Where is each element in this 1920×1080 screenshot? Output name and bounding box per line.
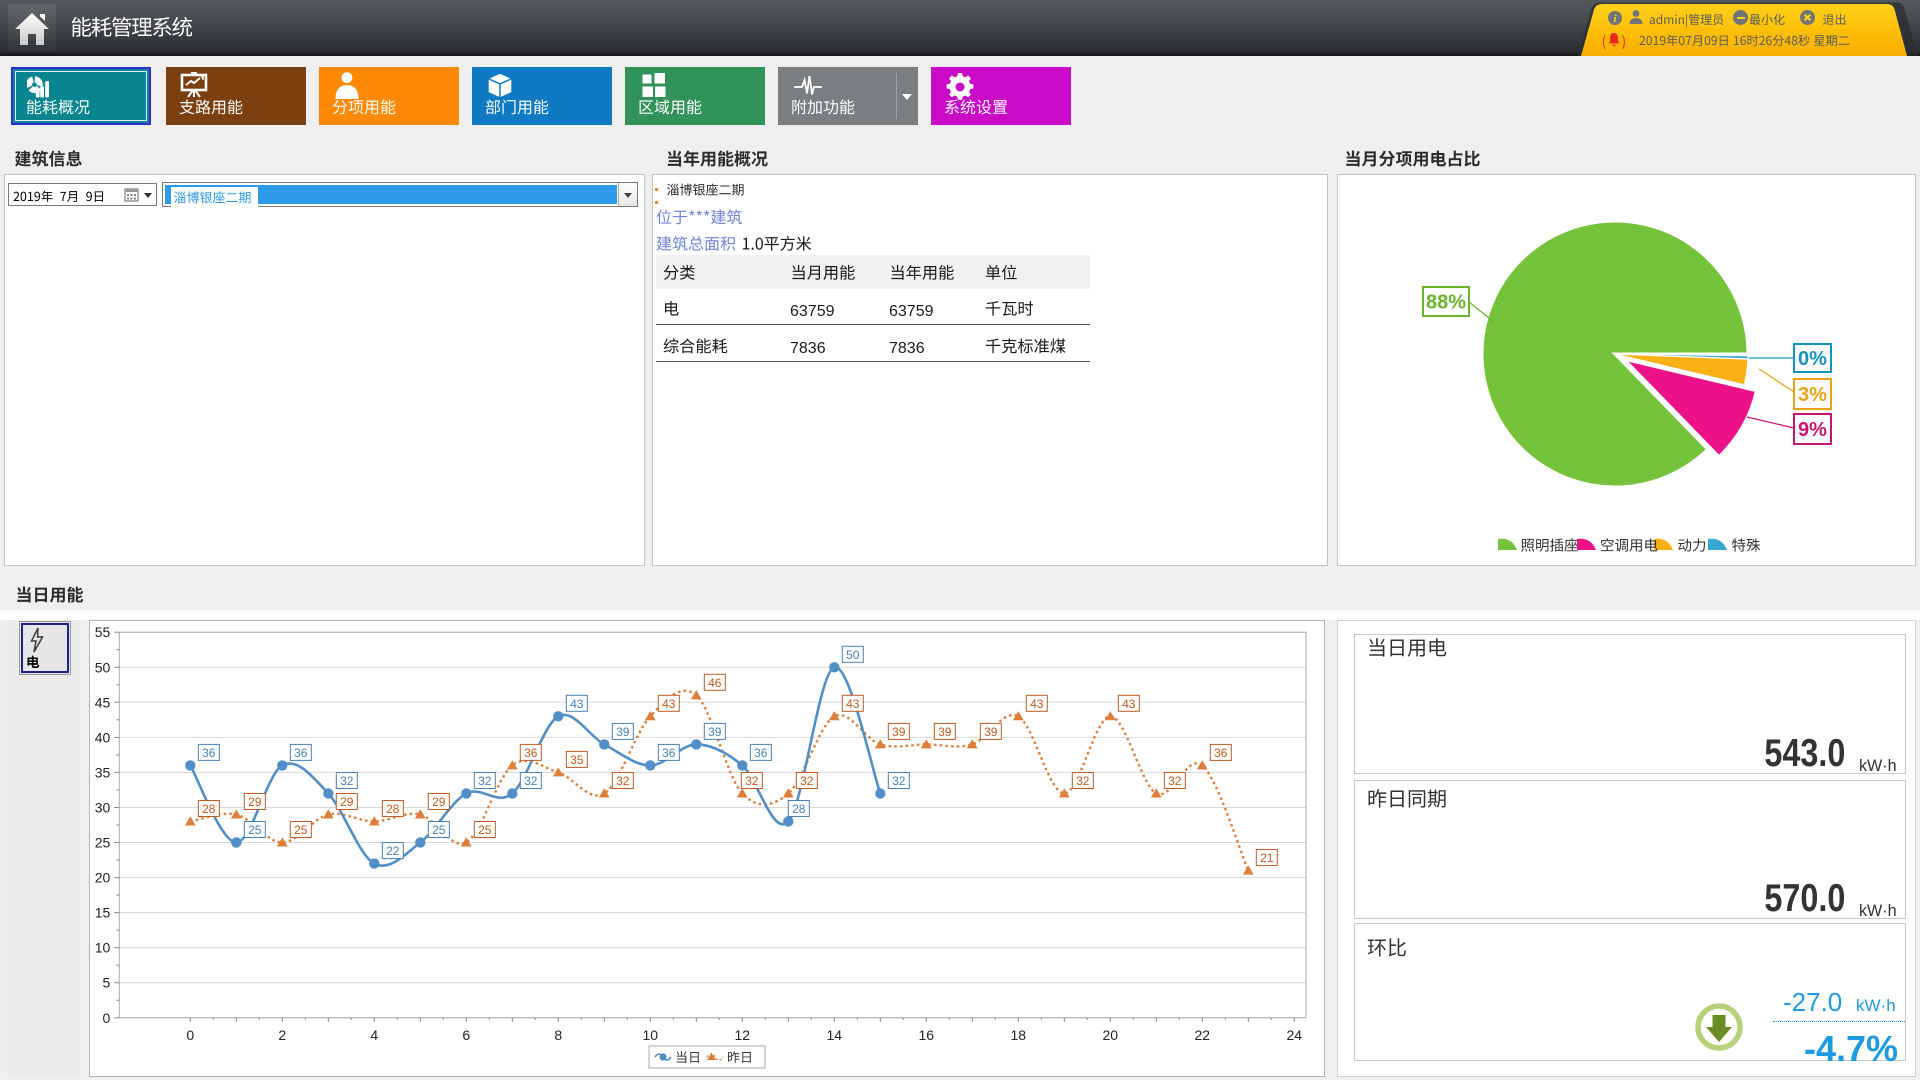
svg-text:28: 28 bbox=[792, 802, 806, 816]
svg-text:20: 20 bbox=[95, 870, 111, 886]
svg-text:25: 25 bbox=[248, 823, 262, 837]
svg-text:36: 36 bbox=[754, 746, 768, 760]
svg-text:32: 32 bbox=[340, 774, 354, 788]
svg-text:39: 39 bbox=[892, 725, 906, 739]
svg-text:32: 32 bbox=[1076, 774, 1090, 788]
svg-text:3%: 3% bbox=[1798, 384, 1827, 406]
svg-text:43: 43 bbox=[1122, 697, 1136, 711]
svg-text:0: 0 bbox=[186, 1027, 194, 1043]
svg-text:22: 22 bbox=[1195, 1027, 1211, 1043]
svg-text:24: 24 bbox=[1287, 1027, 1303, 1043]
svg-text:50: 50 bbox=[846, 648, 860, 662]
svg-text:20: 20 bbox=[1103, 1027, 1119, 1043]
svg-text:25: 25 bbox=[294, 823, 308, 837]
svg-text:36: 36 bbox=[524, 746, 538, 760]
svg-text:10: 10 bbox=[95, 940, 111, 956]
svg-text:32: 32 bbox=[745, 774, 759, 788]
svg-text:21: 21 bbox=[1260, 851, 1274, 865]
svg-text:39: 39 bbox=[616, 725, 630, 739]
svg-text:2: 2 bbox=[278, 1027, 286, 1043]
svg-text:32: 32 bbox=[800, 774, 814, 788]
svg-text:39: 39 bbox=[984, 725, 998, 739]
svg-text:25: 25 bbox=[95, 835, 111, 851]
svg-text:32: 32 bbox=[478, 774, 492, 788]
svg-text:25: 25 bbox=[432, 823, 446, 837]
svg-text:50: 50 bbox=[95, 659, 111, 675]
svg-text:28: 28 bbox=[202, 802, 216, 816]
svg-text:36: 36 bbox=[294, 746, 308, 760]
svg-text:35: 35 bbox=[95, 764, 111, 780]
svg-text:6: 6 bbox=[462, 1027, 470, 1043]
svg-text:39: 39 bbox=[708, 725, 722, 739]
svg-text:0: 0 bbox=[103, 1010, 111, 1026]
svg-text:39: 39 bbox=[938, 725, 952, 739]
svg-text:12: 12 bbox=[735, 1027, 751, 1043]
svg-text:32: 32 bbox=[892, 774, 906, 788]
svg-text:88%: 88% bbox=[1426, 292, 1466, 314]
svg-text:46: 46 bbox=[708, 676, 722, 690]
svg-text:43: 43 bbox=[570, 697, 584, 711]
svg-text:18: 18 bbox=[1011, 1027, 1027, 1043]
svg-text:4: 4 bbox=[370, 1027, 378, 1043]
svg-text:43: 43 bbox=[1030, 697, 1044, 711]
svg-text:40: 40 bbox=[95, 729, 111, 745]
svg-text:32: 32 bbox=[524, 774, 538, 788]
svg-text:36: 36 bbox=[202, 746, 216, 760]
svg-text:36: 36 bbox=[662, 746, 676, 760]
svg-text:36: 36 bbox=[1214, 746, 1228, 760]
svg-text:16: 16 bbox=[919, 1027, 935, 1043]
svg-text:43: 43 bbox=[846, 697, 860, 711]
svg-text:28: 28 bbox=[386, 802, 400, 816]
svg-text:29: 29 bbox=[340, 795, 354, 809]
svg-text:8: 8 bbox=[554, 1027, 562, 1043]
svg-text:i: i bbox=[1613, 13, 1617, 25]
svg-text:30: 30 bbox=[95, 800, 111, 816]
svg-text:32: 32 bbox=[1168, 774, 1182, 788]
svg-text:22: 22 bbox=[386, 844, 400, 858]
svg-text:43: 43 bbox=[662, 697, 676, 711]
svg-text:10: 10 bbox=[643, 1027, 659, 1043]
svg-text:25: 25 bbox=[478, 823, 492, 837]
svg-text:14: 14 bbox=[827, 1027, 843, 1043]
svg-text:0%: 0% bbox=[1798, 348, 1827, 370]
svg-text:9%: 9% bbox=[1798, 419, 1827, 441]
svg-text:5: 5 bbox=[103, 975, 111, 991]
svg-text:29: 29 bbox=[248, 795, 262, 809]
svg-text:35: 35 bbox=[570, 753, 584, 767]
svg-text:15: 15 bbox=[95, 905, 111, 921]
svg-text:32: 32 bbox=[616, 774, 630, 788]
svg-text:45: 45 bbox=[95, 694, 111, 710]
svg-text:55: 55 bbox=[95, 624, 111, 640]
svg-text:29: 29 bbox=[432, 795, 446, 809]
